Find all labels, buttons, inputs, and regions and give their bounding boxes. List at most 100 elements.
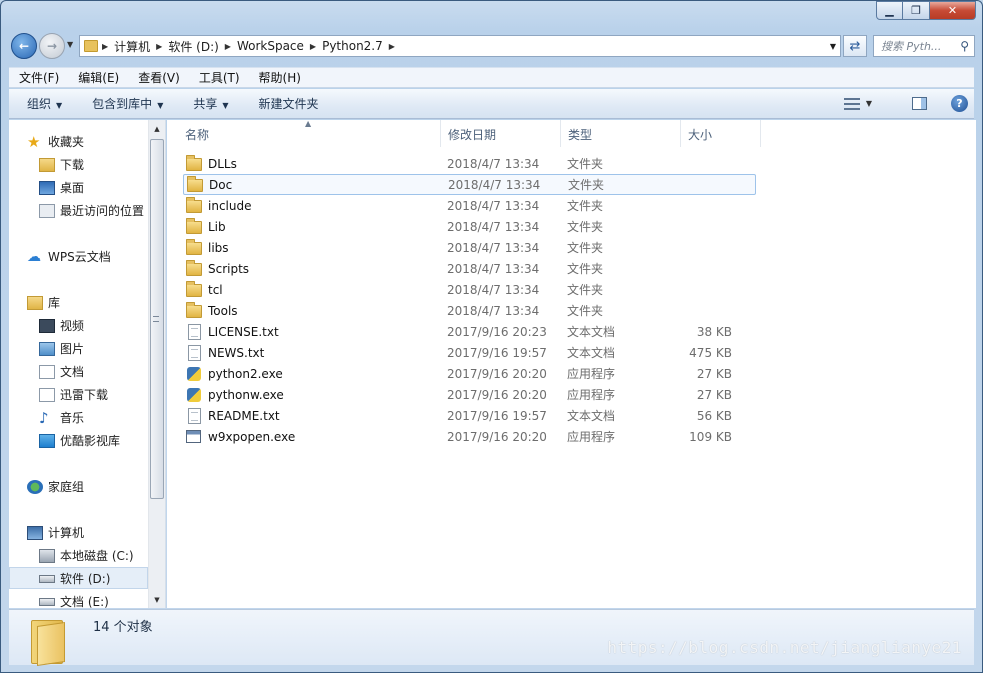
include-label: 包含到库中 <box>92 97 153 111</box>
view-dropdown-icon[interactable]: ▼ <box>866 99 872 108</box>
sidebar-item-pictures[interactable]: 图片 <box>39 340 84 357</box>
application-icon <box>186 430 201 443</box>
breadcrumb-separator[interactable]: ▶ <box>102 42 108 51</box>
sidebar-item-favorites[interactable]: ★ 收藏夹 <box>27 133 84 150</box>
file-name-cell: NEWS.txt <box>183 344 440 361</box>
forward-button[interactable]: → <box>39 33 65 59</box>
file-row[interactable]: LICENSE.txt 2017/9/16 20:23 文本文档 38 KB <box>183 321 756 342</box>
minimize-button[interactable]: ▁ <box>876 1 903 20</box>
file-row[interactable]: tcl 2018/4/7 13:34 文件夹 <box>183 279 756 300</box>
file-row[interactable]: w9xpopen.exe 2017/9/16 20:20 应用程序 109 KB <box>183 426 756 447</box>
file-date: 2017/9/16 19:57 <box>447 408 547 423</box>
sidebar-item-documents[interactable]: 文档 <box>39 363 84 380</box>
recent-pages-dropdown[interactable]: ▼ <box>67 40 73 49</box>
menu-file[interactable]: 文件(F) <box>9 69 68 86</box>
breadcrumb-separator[interactable]: ▶ <box>156 42 162 51</box>
new-folder-button[interactable]: 新建文件夹 <box>241 95 331 112</box>
menu-edit[interactable]: 编辑(E) <box>68 69 128 86</box>
breadcrumb-separator[interactable]: ▶ <box>310 42 316 51</box>
sidebar-item-label: 计算机 <box>48 526 85 540</box>
file-row[interactable]: README.txt 2017/9/16 19:57 文本文档 56 KB <box>183 405 756 426</box>
sidebar-item-youku[interactable]: 优酷影视库 <box>39 432 120 449</box>
sidebar-item-label: 迅雷下载 <box>60 388 109 402</box>
sidebar-item-drive-c[interactable]: 本地磁盘 (C:) <box>39 547 134 564</box>
file-name-cell: README.txt <box>183 407 440 424</box>
drive-icon <box>39 597 55 606</box>
file-list: 名称 修改日期 类型 大小 ▲ DLLs 2018/4/7 13:34 文件夹 Doc… <box>167 119 976 608</box>
address-dropdown[interactable]: ▼ <box>830 42 836 51</box>
scroll-down-arrow-icon[interactable]: ▼ <box>149 591 165 608</box>
sidebar-scrollbar[interactable]: ▲ ▼ <box>148 120 165 608</box>
sidebar-item-computer[interactable]: 计算机 <box>27 524 84 541</box>
close-button[interactable]: ✕ <box>930 1 976 20</box>
sidebar-item-wps-cloud[interactable]: ☁ WPS云文档 <box>27 248 111 265</box>
sidebar-item-desktop[interactable]: 桌面 <box>39 179 84 196</box>
file-type: 文件夹 <box>567 262 604 276</box>
file-name: pythonw.exe <box>208 387 284 402</box>
file-row[interactable]: python2.exe 2017/9/16 20:20 应用程序 27 KB <box>183 363 756 384</box>
breadcrumb-drive-d[interactable]: 软件 (D:) <box>168 38 218 55</box>
file-type: 应用程序 <box>567 388 616 402</box>
sidebar-item-drive-d[interactable]: 软件 (D:) <box>39 570 110 587</box>
sidebar-item-thunder-downloads[interactable]: 迅雷下载 <box>39 386 108 403</box>
file-row[interactable]: include 2018/4/7 13:34 文件夹 <box>183 195 756 216</box>
file-row[interactable]: Doc 2018/4/7 13:34 文件夹 <box>183 174 756 195</box>
watermark: https://blog.csdn.net/jianglianye21 <box>607 638 962 657</box>
refresh-button[interactable]: ⇄ <box>843 35 867 57</box>
sidebar-item-recent[interactable]: 最近访问的位置 <box>39 202 144 219</box>
python-icon <box>187 387 201 402</box>
file-row[interactable]: Tools 2018/4/7 13:34 文件夹 <box>183 300 756 321</box>
organize-button[interactable]: 组织 ▼ <box>9 95 74 112</box>
homegroup-icon <box>27 479 43 494</box>
breadcrumb-separator[interactable]: ▶ <box>225 42 231 51</box>
file-row[interactable]: Lib 2018/4/7 13:34 文件夹 <box>183 216 756 237</box>
include-in-library-button[interactable]: 包含到库中 ▼ <box>74 95 175 112</box>
sidebar-item-music[interactable]: ♪ 音乐 <box>39 409 84 426</box>
column-header-name[interactable]: 名称 <box>167 120 441 147</box>
file-date: 2018/4/7 13:34 <box>447 198 540 213</box>
chevron-down-icon: ▼ <box>56 101 63 110</box>
help-icon[interactable]: ? <box>951 95 968 112</box>
file-type: 文件夹 <box>567 304 604 318</box>
maximize-button[interactable]: ❐ <box>903 1 930 20</box>
menu-help[interactable]: 帮助(H) <box>249 69 310 86</box>
file-name: libs <box>208 240 229 255</box>
file-row[interactable]: libs 2018/4/7 13:34 文件夹 <box>183 237 756 258</box>
column-header-size[interactable]: 大小 <box>681 120 761 147</box>
breadcrumb-computer[interactable]: 计算机 <box>114 38 150 55</box>
back-button[interactable]: ← <box>11 33 37 59</box>
sidebar-item-libraries[interactable]: 库 <box>27 294 60 311</box>
sidebar-item-homegroup[interactable]: 家庭组 <box>27 478 84 495</box>
breadcrumb-separator[interactable]: ▶ <box>389 42 395 51</box>
preview-pane-icon[interactable] <box>912 97 927 110</box>
menu-tools[interactable]: 工具(T) <box>189 69 249 86</box>
file-type: 文件夹 <box>567 283 604 297</box>
menu-view[interactable]: 查看(V) <box>128 69 189 86</box>
view-options-icon[interactable] <box>843 97 860 110</box>
search-input[interactable]: 搜索 Pyth... ⚲ <box>873 35 975 57</box>
breadcrumb-workspace[interactable]: WorkSpace <box>237 39 304 53</box>
file-name: Doc <box>209 177 233 192</box>
folder-icon <box>186 280 202 297</box>
breadcrumb-python27[interactable]: Python2.7 <box>322 39 383 53</box>
scroll-up-arrow-icon[interactable]: ▲ <box>149 120 165 137</box>
file-row[interactable]: DLLs 2018/4/7 13:34 文件夹 <box>183 153 756 174</box>
file-date: 2017/9/16 20:20 <box>447 366 547 381</box>
search-icon[interactable]: ⚲ <box>960 39 969 53</box>
sidebar-item-drive-e[interactable]: 文档 (E:) <box>39 593 109 608</box>
file-size: 27 KB <box>696 366 732 381</box>
address-bar[interactable]: ▶ 计算机 ▶ 软件 (D:) ▶ WorkSpace ▶ Python2.7 … <box>79 35 841 57</box>
sidebar-item-videos[interactable]: 视频 <box>39 317 84 334</box>
sidebar-item-downloads[interactable]: 下载 <box>39 156 84 173</box>
file-row[interactable]: NEWS.txt 2017/9/16 19:57 文本文档 475 KB <box>183 342 756 363</box>
share-button[interactable]: 共享 ▼ <box>175 95 240 112</box>
file-row[interactable]: Scripts 2018/4/7 13:34 文件夹 <box>183 258 756 279</box>
file-name: Lib <box>208 219 226 234</box>
column-header-date[interactable]: 修改日期 <box>441 120 561 147</box>
file-type: 应用程序 <box>567 430 616 444</box>
folder-icon <box>186 301 202 318</box>
file-row[interactable]: pythonw.exe 2017/9/16 20:20 应用程序 27 KB <box>183 384 756 405</box>
computer-icon <box>27 525 43 540</box>
column-header-type[interactable]: 类型 <box>561 120 681 147</box>
library-icon <box>27 295 43 310</box>
